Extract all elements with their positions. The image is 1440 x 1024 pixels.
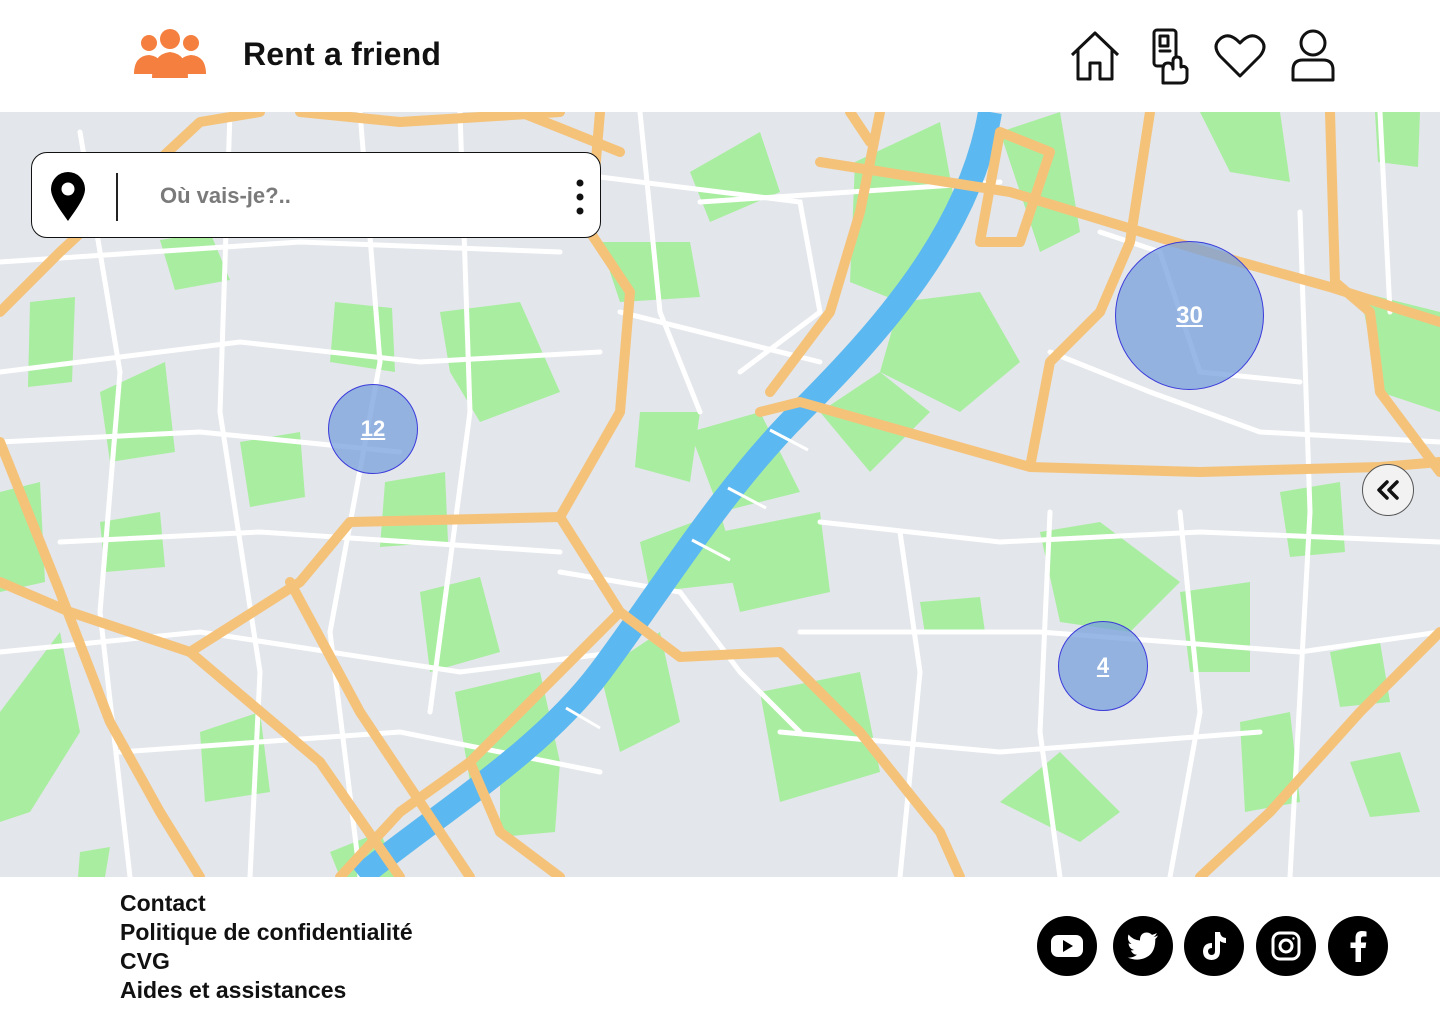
cvg-link[interactable]: CVG (120, 947, 413, 976)
header: Rent a friend (0, 0, 1440, 112)
phone-tap-icon[interactable] (1140, 28, 1196, 85)
privacy-policy-link[interactable]: Politique de confidentialité (120, 918, 413, 947)
user-icon[interactable] (1285, 28, 1341, 84)
location-search-bar (31, 152, 601, 238)
heart-icon[interactable] (1212, 28, 1268, 84)
more-options-icon[interactable] (568, 177, 592, 217)
facebook-icon[interactable] (1328, 916, 1388, 976)
cluster-marker[interactable]: 4 (1058, 621, 1148, 711)
search-input[interactable] (158, 175, 542, 217)
instagram-icon[interactable] (1256, 916, 1316, 976)
tiktok-icon[interactable] (1184, 916, 1244, 976)
twitter-icon[interactable] (1113, 916, 1173, 976)
footer: Contact Politique de confidentialité CVG… (0, 877, 1440, 1024)
cluster-marker[interactable]: 30 (1115, 241, 1264, 390)
youtube-icon[interactable] (1037, 916, 1097, 976)
search-divider (116, 173, 118, 221)
location-pin-icon (48, 171, 88, 223)
cluster-marker[interactable]: 12 (328, 384, 418, 474)
contact-link[interactable]: Contact (120, 889, 413, 918)
help-link[interactable]: Aides et assistances (120, 976, 413, 1005)
double-chevron-left-icon (1377, 480, 1399, 500)
collapse-panel-button[interactable] (1362, 464, 1414, 516)
brand-title: Rent a friend (243, 36, 442, 72)
home-icon[interactable] (1067, 28, 1123, 84)
footer-links: Contact Politique de confidentialité CVG… (120, 889, 413, 1005)
friends-logo-icon[interactable] (132, 28, 208, 82)
